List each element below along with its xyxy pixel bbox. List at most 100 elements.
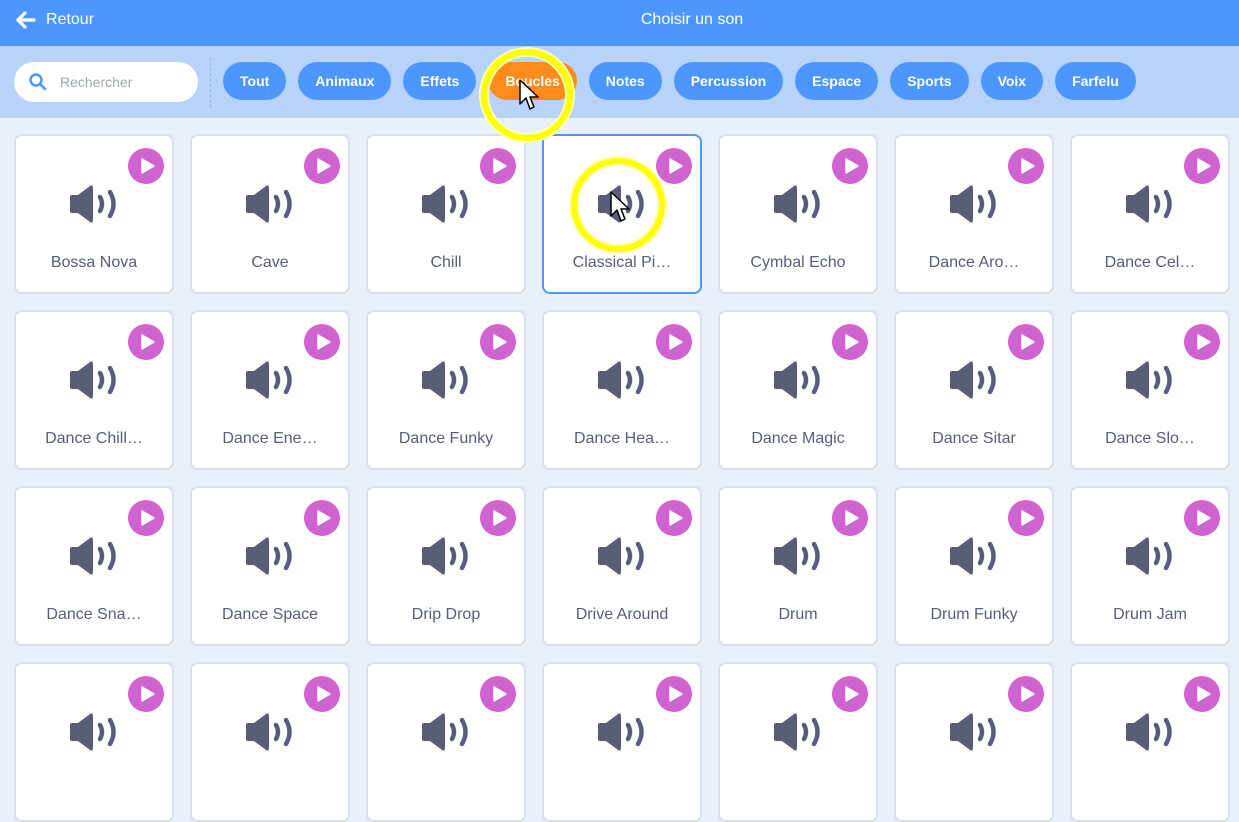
tag-sports[interactable]: Sports xyxy=(890,62,969,100)
play-button[interactable] xyxy=(128,148,164,184)
page-title: Choisir un son xyxy=(640,11,744,28)
tag-farfelu[interactable]: Farfelu xyxy=(1055,62,1136,100)
modal-header: Retour Choisir un son xyxy=(0,0,1239,46)
play-icon xyxy=(492,158,507,174)
play-icon xyxy=(844,158,859,174)
sound-card[interactable]: Dance Chill… xyxy=(14,310,174,470)
tag-tout[interactable]: Tout xyxy=(223,62,287,100)
sound-card[interactable]: Dance Sitar xyxy=(894,310,1054,470)
play-icon xyxy=(140,334,155,350)
play-button[interactable] xyxy=(656,676,692,712)
sound-card[interactable]: Drum Jam xyxy=(1070,486,1230,646)
sound-card[interactable]: Dance Slo… xyxy=(1070,310,1230,470)
play-button[interactable] xyxy=(480,324,516,360)
tag-espace[interactable]: Espace xyxy=(795,62,879,100)
sound-name: Dance Sitar xyxy=(932,430,1016,447)
sound-name: Classical Pi… xyxy=(572,254,672,271)
sound-card[interactable] xyxy=(542,662,702,822)
sound-name: Drive Around xyxy=(575,606,669,623)
speaker-icon xyxy=(774,185,820,223)
speaker-icon xyxy=(598,537,644,575)
play-button[interactable] xyxy=(1184,500,1220,536)
play-icon xyxy=(844,334,859,350)
tag-animaux[interactable]: Animaux xyxy=(298,62,392,100)
sound-card[interactable]: Dance Space xyxy=(190,486,350,646)
speaker-icon xyxy=(774,361,820,399)
play-button[interactable] xyxy=(128,676,164,712)
sound-card[interactable] xyxy=(1070,662,1230,822)
sound-card[interactable]: Dance Funky xyxy=(366,310,526,470)
play-button[interactable] xyxy=(656,148,692,184)
play-button[interactable] xyxy=(1184,148,1220,184)
sound-grid: Bossa Nova Cave Chill Classical Pi… Cymb… xyxy=(14,134,1230,822)
tag-notes[interactable]: Notes xyxy=(588,62,662,100)
sound-card[interactable]: Dance Aro… xyxy=(894,134,1054,294)
play-button[interactable] xyxy=(832,148,868,184)
play-button[interactable] xyxy=(1184,324,1220,360)
sound-card[interactable]: Dance Cel… xyxy=(1070,134,1230,294)
tag-voix[interactable]: Voix xyxy=(980,62,1044,100)
arrow-left-icon xyxy=(16,11,36,29)
play-button[interactable] xyxy=(832,500,868,536)
speaker-icon xyxy=(1126,185,1172,223)
play-icon xyxy=(316,158,331,174)
play-button[interactable] xyxy=(1008,500,1044,536)
sound-card[interactable] xyxy=(366,662,526,822)
sound-card[interactable] xyxy=(718,662,878,822)
play-icon xyxy=(316,334,331,350)
play-icon xyxy=(492,334,507,350)
sound-card[interactable] xyxy=(190,662,350,822)
sound-name: Dance Funky xyxy=(398,430,494,447)
play-button[interactable] xyxy=(480,500,516,536)
play-button[interactable] xyxy=(1184,676,1220,712)
speaker-icon xyxy=(246,185,292,223)
speaker-icon xyxy=(422,713,468,751)
sound-card[interactable]: Classical Pi… xyxy=(542,134,702,294)
play-icon xyxy=(1020,686,1035,702)
sound-card[interactable]: Dance Hea… xyxy=(542,310,702,470)
tag-list: Tout Animaux Effets Boucles Notes Percussion E… xyxy=(223,62,1136,100)
play-button[interactable] xyxy=(832,324,868,360)
sound-card[interactable]: Drum xyxy=(718,486,878,646)
tag-boucles[interactable]: Boucles xyxy=(488,62,577,100)
play-button[interactable] xyxy=(480,148,516,184)
sound-card[interactable]: Chill xyxy=(366,134,526,294)
sound-card[interactable] xyxy=(14,662,174,822)
tag-percussion[interactable]: Percussion xyxy=(673,62,784,100)
tag-effets[interactable]: Effets xyxy=(403,62,477,100)
filter-bar: Tout Animaux Effets Boucles Notes Percussion E… xyxy=(0,46,1239,118)
sound-card[interactable] xyxy=(894,662,1054,822)
play-button[interactable] xyxy=(128,500,164,536)
sound-card[interactable]: Cave xyxy=(190,134,350,294)
play-button[interactable] xyxy=(128,324,164,360)
sound-name: Drum xyxy=(778,606,818,623)
play-button[interactable] xyxy=(304,324,340,360)
search-input[interactable] xyxy=(60,74,180,90)
play-button[interactable] xyxy=(832,676,868,712)
play-button[interactable] xyxy=(1008,324,1044,360)
speaker-icon xyxy=(1126,713,1172,751)
sound-card[interactable]: Drip Drop xyxy=(366,486,526,646)
play-button[interactable] xyxy=(304,500,340,536)
sound-name: Chill xyxy=(430,254,462,271)
play-button[interactable] xyxy=(304,676,340,712)
sound-card[interactable]: Bossa Nova xyxy=(14,134,174,294)
search-box[interactable] xyxy=(14,62,198,102)
play-button[interactable] xyxy=(1008,148,1044,184)
play-button[interactable] xyxy=(304,148,340,184)
speaker-icon xyxy=(70,361,116,399)
sound-card[interactable]: Dance Sna… xyxy=(14,486,174,646)
play-button[interactable] xyxy=(480,676,516,712)
sound-card[interactable]: Drum Funky xyxy=(894,486,1054,646)
sound-name: Drum Funky xyxy=(930,606,1018,623)
play-button[interactable] xyxy=(1008,676,1044,712)
play-button[interactable] xyxy=(656,324,692,360)
sound-card[interactable]: Dance Ene… xyxy=(190,310,350,470)
back-button[interactable]: Retour xyxy=(16,0,94,40)
sound-card[interactable]: Drive Around xyxy=(542,486,702,646)
play-button[interactable] xyxy=(656,500,692,536)
sound-card[interactable]: Cymbal Echo xyxy=(718,134,878,294)
speaker-icon xyxy=(774,537,820,575)
sound-name: Bossa Nova xyxy=(50,254,138,271)
sound-card[interactable]: Dance Magic xyxy=(718,310,878,470)
